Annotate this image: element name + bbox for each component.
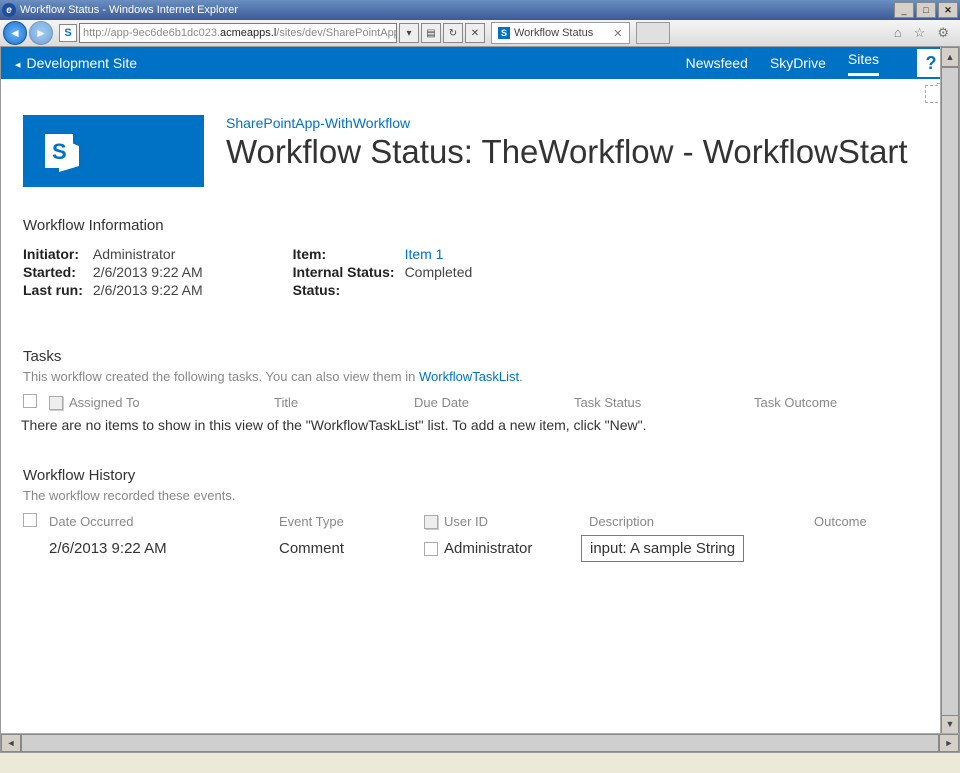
tab-close-icon[interactable]: ✕ <box>613 27 622 40</box>
item-label: Item: <box>293 246 395 262</box>
lastrun-value: 2/6/2013 9:22 AM <box>93 282 203 298</box>
new-tab-button[interactable] <box>636 22 670 44</box>
window-titlebar: Workflow Status - Windows Internet Explo… <box>0 0 960 20</box>
svg-text:S: S <box>52 139 67 164</box>
ie-toolbar: ◄ ► S http://app-9ec6de6b1dc023. acmeapp… <box>0 20 960 47</box>
col-due-date[interactable]: Due Date <box>414 395 574 410</box>
horizontal-thumb[interactable] <box>21 734 939 752</box>
window-title: Workflow Status - Windows Internet Explo… <box>20 4 892 16</box>
col-task-outcome[interactable]: Task Outcome <box>754 395 937 410</box>
url-prefix: http://app-9ec6de6b1dc023. <box>83 27 220 39</box>
stop-button[interactable]: ✕ <box>465 23 485 43</box>
url-host: acmeapps.l <box>220 27 276 39</box>
scroll-up-button[interactable]: ▲ <box>941 47 959 67</box>
tasks-heading: Tasks <box>23 348 937 365</box>
row-checkbox[interactable] <box>424 542 438 556</box>
page-body: S SharePointApp-WithWorkflow Workflow St… <box>1 109 959 557</box>
history-user: Administrator <box>444 540 532 557</box>
ie-icon <box>2 3 16 17</box>
browser-tab-active[interactable]: S Workflow Status ✕ <box>491 22 630 44</box>
initiator-value: Administrator <box>93 246 203 262</box>
history-type: Comment <box>279 540 424 557</box>
minimize-button[interactable]: _ <box>894 2 914 18</box>
col-task-status[interactable]: Task Status <box>574 395 754 410</box>
nav-newsfeed[interactable]: Newsfeed <box>686 55 748 71</box>
item-link[interactable]: Item 1 <box>405 246 473 262</box>
col-event-type[interactable]: Event Type <box>279 514 424 529</box>
browser-viewport: Development Site Newsfeed SkyDrive Sites… <box>0 47 960 753</box>
lastrun-label: Last run: <box>23 282 83 298</box>
page-title: Workflow Status: TheWorkflow - WorkflowS… <box>226 133 908 171</box>
tools-icon[interactable]: ⚙ <box>937 25 949 41</box>
site-favicon: S <box>59 24 77 42</box>
url-suffix: /sites/dev/SharePointApp-WithWorkflow/_l… <box>276 27 397 39</box>
forward-button[interactable]: ► <box>29 21 53 45</box>
close-button[interactable]: ✕ <box>938 2 958 18</box>
breadcrumb-link[interactable]: SharePointApp-WithWorkflow <box>226 115 908 131</box>
site-logo[interactable]: S <box>23 115 204 187</box>
status-value <box>405 282 473 298</box>
started-value: 2/6/2013 9:22 AM <box>93 264 203 280</box>
col-date-occurred[interactable]: Date Occurred <box>49 514 279 529</box>
col-description[interactable]: Description <box>589 514 814 529</box>
history-date: 2/6/2013 9:22 AM <box>49 540 279 557</box>
history-subtext: The workflow recorded these events. <box>23 488 937 503</box>
tab-title: Workflow Status <box>514 27 593 39</box>
col-user-id[interactable]: User ID <box>444 514 488 529</box>
vertical-scrollbar[interactable]: ▲ ▼ <box>940 47 959 734</box>
sharepoint-favicon: S <box>498 27 510 39</box>
home-icon[interactable]: ⌂ <box>894 25 902 41</box>
tasks-subtext: This workflow created the following task… <box>23 369 937 384</box>
scroll-right-button[interactable]: ► <box>939 734 959 752</box>
user-icon <box>424 515 438 529</box>
history-description: input: A sample String <box>581 535 744 562</box>
history-selectall-checkbox[interactable] <box>23 513 37 527</box>
workflowtasklist-link[interactable]: WorkflowTaskList <box>419 369 519 384</box>
nav-skydrive[interactable]: SkyDrive <box>770 55 826 71</box>
back-button[interactable]: ◄ <box>3 21 27 45</box>
scroll-down-button[interactable]: ▼ <box>941 714 959 734</box>
status-label: Status: <box>293 282 395 298</box>
internal-status-value: Completed <box>405 264 473 280</box>
address-bar[interactable]: http://app-9ec6de6b1dc023. acmeapps.l /s… <box>79 23 397 43</box>
nav-sites[interactable]: Sites <box>848 51 879 76</box>
vertical-thumb[interactable] <box>941 67 959 716</box>
history-heading: Workflow History <box>23 467 937 484</box>
site-dropdown[interactable]: Development Site <box>15 55 137 71</box>
col-outcome[interactable]: Outcome <box>814 514 937 529</box>
maximize-button[interactable]: □ <box>916 2 936 18</box>
horizontal-scrollbar[interactable]: ◄ ► <box>1 733 959 752</box>
favorites-icon[interactable]: ☆ <box>914 25 926 41</box>
tasks-selectall-checkbox[interactable] <box>23 394 37 408</box>
initiator-label: Initiator: <box>23 246 83 262</box>
col-assigned-to[interactable]: Assigned To <box>69 395 140 410</box>
suite-bar: Development Site Newsfeed SkyDrive Sites… <box>1 47 959 79</box>
compat-view-button[interactable]: ▤ <box>421 23 441 43</box>
addressbar-dropdown[interactable]: ▾ <box>399 23 419 43</box>
scroll-left-button[interactable]: ◄ <box>1 734 21 752</box>
user-icon <box>49 396 63 410</box>
refresh-button[interactable]: ↻ <box>443 23 463 43</box>
tasks-subtext-a: This workflow created the following task… <box>23 369 419 384</box>
tasks-subtext-period: . <box>519 369 523 384</box>
history-row[interactable]: 2/6/2013 9:22 AM Comment Administrator i… <box>23 540 937 557</box>
internal-status-label: Internal Status: <box>293 264 395 280</box>
workflow-info-heading: Workflow Information <box>23 217 937 234</box>
started-label: Started: <box>23 264 83 280</box>
col-title[interactable]: Title <box>274 395 414 410</box>
tasks-empty-message: There are no items to show in this view … <box>21 417 937 433</box>
